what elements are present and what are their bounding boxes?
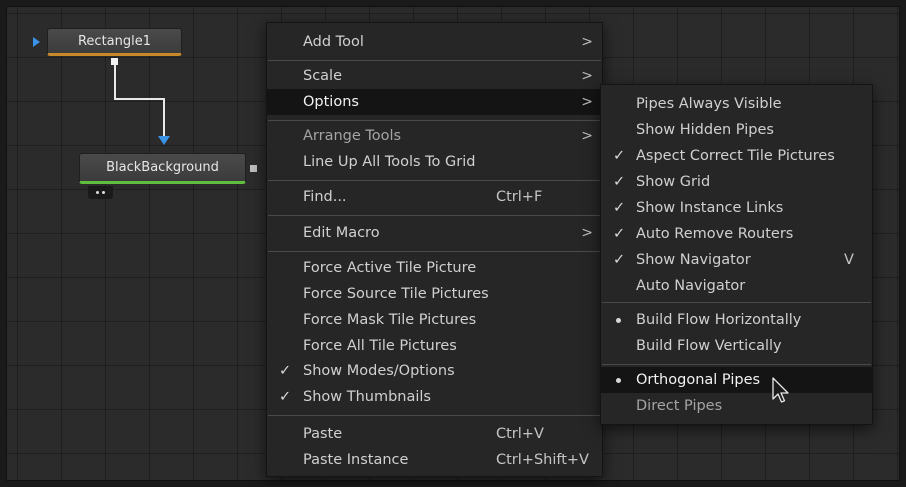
checkmark-icon: ✓	[613, 252, 626, 268]
node-options-tab[interactable]	[88, 186, 113, 199]
radio-dot-icon	[616, 378, 621, 383]
mouse-pointer-icon	[772, 377, 789, 403]
menu-divider	[602, 364, 871, 365]
chevron-right-icon: >	[581, 128, 593, 144]
menu-item-arrange-tools[interactable]: Arrange Tools >	[267, 123, 602, 149]
menu-item-show-navigator[interactable]: ✓ Show Navigator V	[601, 247, 872, 273]
menu-item-edit-macro[interactable]: Edit Macro >	[267, 220, 602, 246]
menu-item-add-tool[interactable]: Add Tool >	[267, 29, 602, 55]
menu-item-aspect-correct-tiles[interactable]: ✓ Aspect Correct Tile Pictures	[601, 143, 872, 169]
menu-item-force-mask-tiles[interactable]: Force Mask Tile Pictures	[267, 307, 602, 333]
menu-item-force-active-tile[interactable]: Force Active Tile Picture	[267, 255, 602, 281]
menu-item-pipes-always-visible[interactable]: Pipes Always Visible	[601, 91, 872, 117]
menu-item-auto-remove-routers[interactable]: ✓ Auto Remove Routers	[601, 221, 872, 247]
menu-divider	[268, 60, 601, 61]
chevron-right-icon: >	[581, 94, 593, 110]
rectangle1-node[interactable]: Rectangle1	[47, 28, 182, 56]
menu-item-direct-pipes[interactable]: Direct Pipes	[601, 393, 872, 419]
pipe-segment	[114, 64, 116, 100]
menu-item-force-source-tiles[interactable]: Force Source Tile Pictures	[267, 281, 602, 307]
menu-item-build-flow-horizontally[interactable]: Build Flow Horizontally	[601, 307, 872, 333]
paste-shortcut: Ctrl+V	[496, 426, 544, 442]
checkmark-icon: ✓	[613, 200, 626, 216]
checkmark-icon: ✓	[613, 174, 626, 190]
radio-dot-icon	[616, 318, 621, 323]
show-navigator-shortcut: V	[844, 252, 854, 268]
checkmark-icon: ✓	[613, 148, 626, 164]
context-menu: Add Tool > Scale > Options > Arrange Too…	[266, 22, 603, 477]
find-shortcut: Ctrl+F	[496, 189, 543, 205]
rectangle1-node-label: Rectangle1	[77, 33, 152, 49]
menu-item-show-thumbnails[interactable]: ✓ Show Thumbnails	[267, 384, 602, 410]
blackbackground-node[interactable]: BlackBackground	[79, 153, 246, 184]
menu-item-force-all-tiles[interactable]: Force All Tile Pictures	[267, 333, 602, 359]
menu-item-show-modes-options[interactable]: ✓ Show Modes/Options	[267, 358, 602, 384]
menu-item-show-instance-links[interactable]: ✓ Show Instance Links	[601, 195, 872, 221]
checkmark-icon: ✓	[279, 389, 292, 405]
menu-item-orthogonal-pipes[interactable]: Orthogonal Pipes	[601, 367, 872, 393]
menu-item-line-up-tools[interactable]: Line Up All Tools To Grid	[267, 149, 602, 175]
menu-item-find[interactable]: Find... Ctrl+F	[267, 184, 602, 210]
menu-item-paste[interactable]: Paste Ctrl+V	[267, 421, 602, 447]
checkmark-icon: ✓	[613, 226, 626, 242]
menu-divider	[268, 251, 601, 252]
pipe-segment	[114, 98, 165, 100]
blackbackground-node-label: BlackBackground	[106, 160, 219, 175]
chevron-right-icon: >	[581, 68, 593, 84]
menu-divider	[268, 415, 601, 416]
menu-divider	[268, 215, 601, 216]
paste-instance-shortcut: Ctrl+Shift+V	[496, 452, 589, 468]
chevron-right-icon: >	[581, 225, 593, 241]
menu-divider	[602, 302, 871, 303]
input-triangle-icon	[33, 37, 40, 47]
menu-item-options[interactable]: Options >	[267, 89, 602, 115]
checkmark-icon: ✓	[279, 363, 292, 379]
pipe-segment	[163, 98, 165, 137]
menu-item-build-flow-vertically[interactable]: Build Flow Vertically	[601, 333, 872, 359]
menu-item-scale[interactable]: Scale >	[267, 63, 602, 89]
menu-divider	[268, 120, 601, 121]
menu-item-auto-navigator[interactable]: Auto Navigator	[601, 273, 872, 299]
options-submenu: Pipes Always Visible Show Hidden Pipes ✓…	[600, 84, 873, 425]
menu-item-show-grid[interactable]: ✓ Show Grid	[601, 169, 872, 195]
menu-divider	[268, 180, 601, 181]
menu-item-paste-instance[interactable]: Paste Instance Ctrl+Shift+V	[267, 447, 602, 473]
pipe-input-arrow-icon	[158, 136, 170, 145]
chevron-right-icon: >	[581, 34, 593, 50]
blackbackground-output-port[interactable]	[250, 165, 257, 172]
menu-item-show-hidden-pipes[interactable]: Show Hidden Pipes	[601, 117, 872, 143]
